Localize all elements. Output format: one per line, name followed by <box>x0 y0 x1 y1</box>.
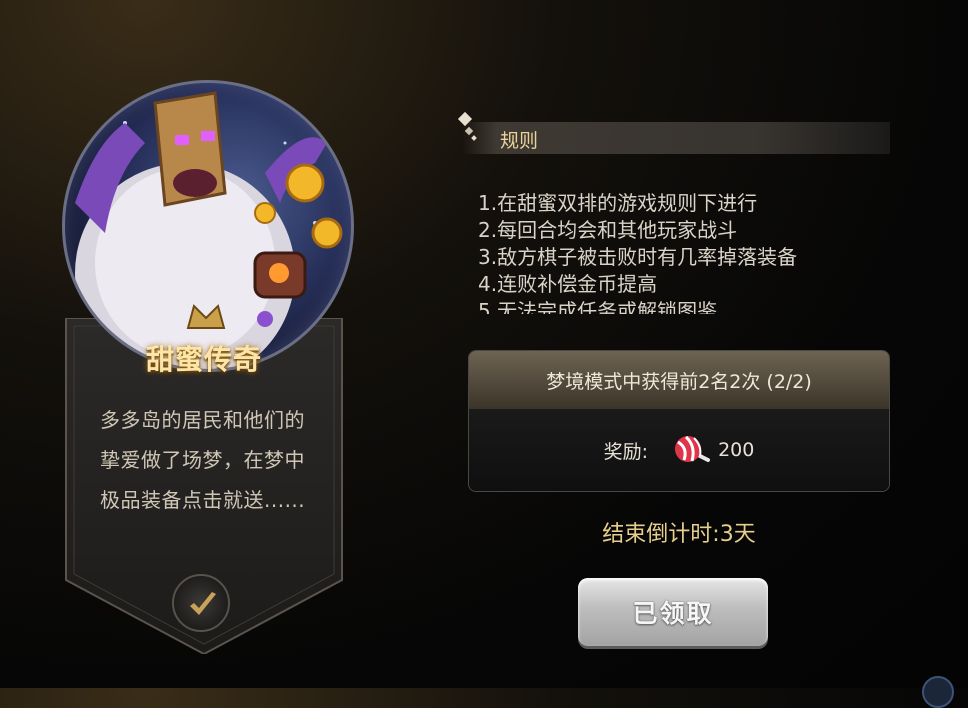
rule-item: 2.每回合均会和其他玩家战斗 <box>478 218 738 242</box>
rules-header: 规则 <box>457 111 890 154</box>
task-panel: 梦境模式中获得前2名2次 (2/2) 奖励: 200 <box>468 350 890 492</box>
task-description: 梦境模式中获得前2名2次 (2/2) <box>469 351 889 409</box>
rule-item: 1.在甜蜜双排的游戏规则下进行 <box>478 191 758 215</box>
card-title: 甜蜜传奇 <box>145 343 262 376</box>
candy-icon <box>675 435 711 462</box>
claimed-button[interactable]: 已领取 <box>578 578 768 646</box>
check-icon <box>190 592 216 615</box>
diamond-decor-icon <box>457 111 473 127</box>
diamond-decor-icon <box>464 126 474 136</box>
rule-item: 3.敌方棋子被击败时有几率掉落装备 <box>478 245 798 269</box>
diamond-decor-icon <box>471 135 477 141</box>
corner-button[interactable] <box>922 676 954 708</box>
rules-title: 规则 <box>500 130 539 152</box>
reward-label: 奖励: <box>603 440 649 463</box>
reward-row: 奖励: 200 <box>469 409 889 491</box>
completed-badge <box>172 574 230 632</box>
rule-item: 5.无法完成任务或解锁图鉴 <box>478 299 718 314</box>
reward-value: 200 <box>718 439 755 461</box>
countdown-text: 结束倒计时:3天 <box>602 522 756 547</box>
card-description: 多多岛的居民和他们的挚爱做了场梦，在梦中极品装备点击就送...... <box>100 408 306 512</box>
crown-ornament-icon <box>186 304 226 329</box>
rules-list[interactable]: 1.在甜蜜双排的游戏规则下进行 2.每回合均会和其他玩家战斗 3.敌方棋子被击败… <box>478 190 878 314</box>
rule-item: 4.连败补偿金币提高 <box>478 272 658 296</box>
